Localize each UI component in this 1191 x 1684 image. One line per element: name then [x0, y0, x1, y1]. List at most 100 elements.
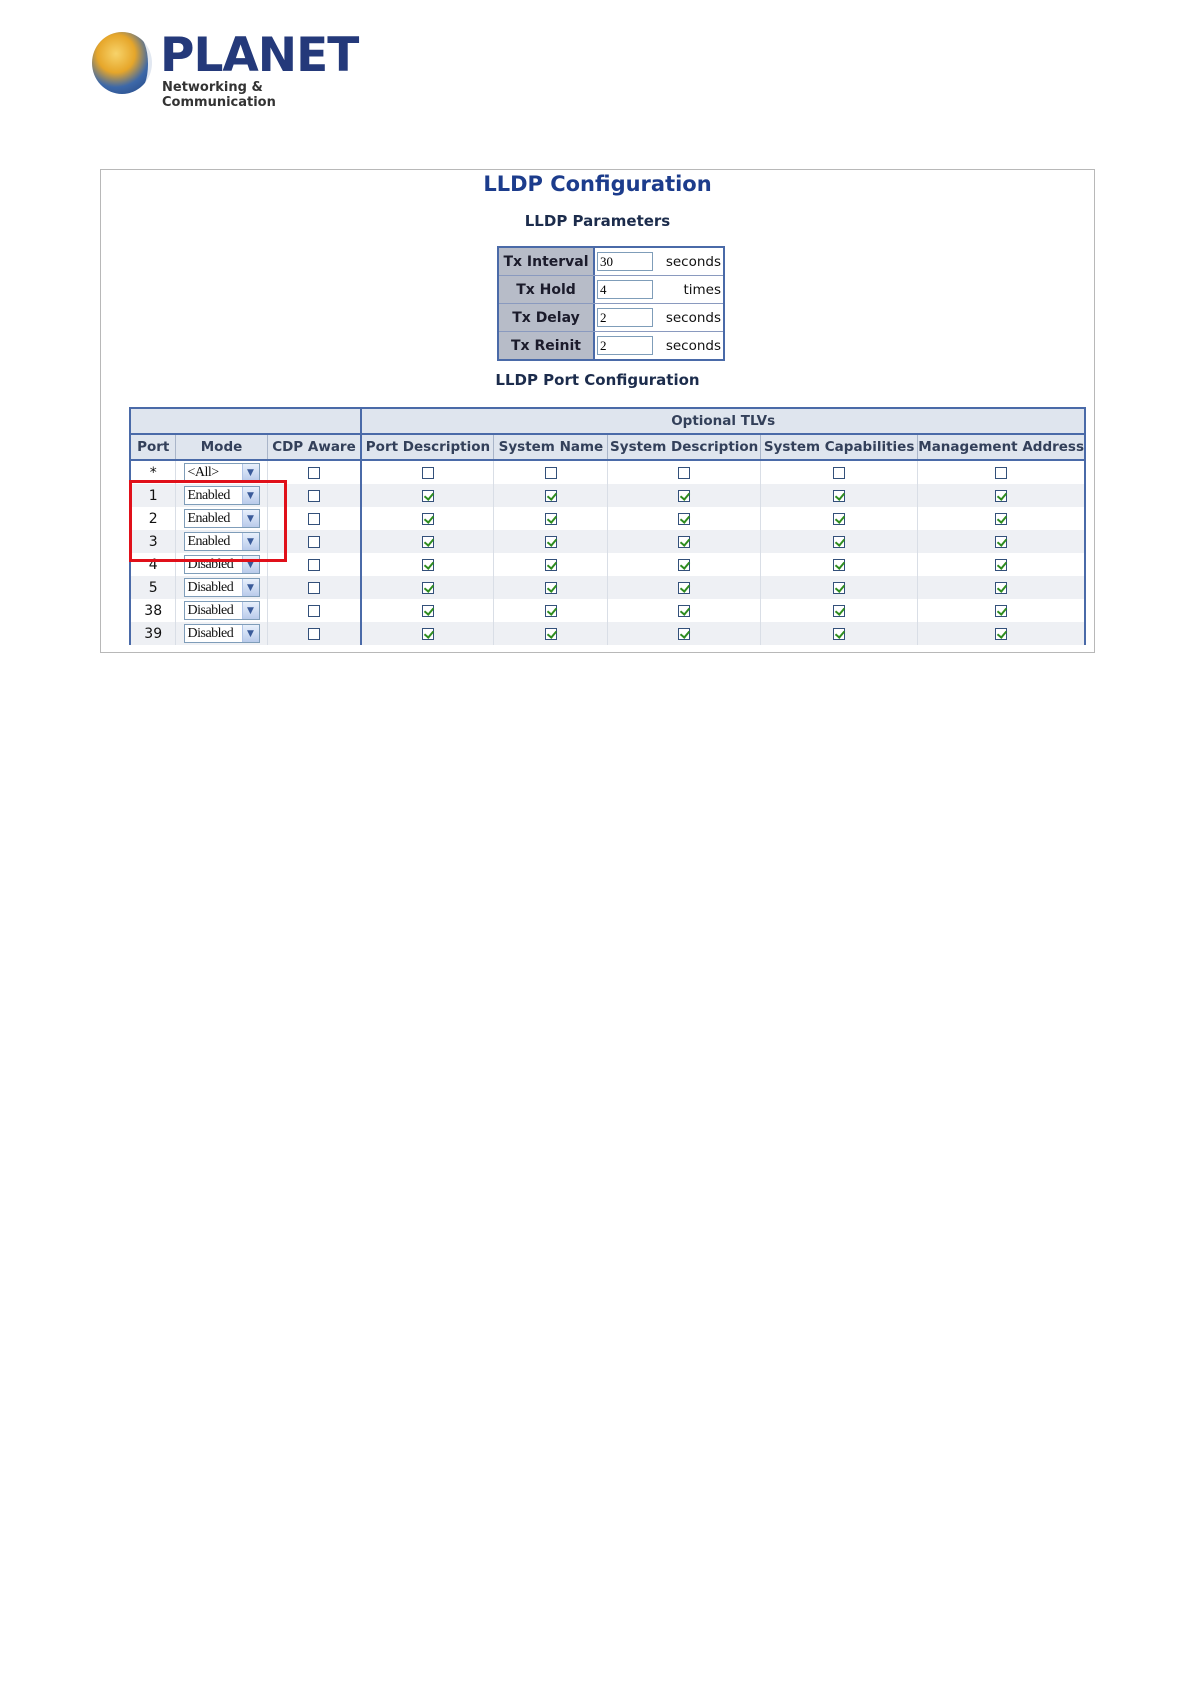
system-description-checkbox[interactable]	[678, 627, 691, 640]
management-address-checkbox[interactable]	[995, 558, 1008, 571]
management-address-checkbox[interactable]	[995, 604, 1008, 617]
header-spacer	[129, 407, 363, 435]
system-capabilities-checkbox[interactable]	[833, 489, 846, 502]
chevron-down-icon[interactable]: ▼	[241, 487, 259, 504]
system-capabilities-cell	[759, 484, 919, 507]
chevron-down-icon[interactable]: ▼	[241, 556, 259, 573]
cdp-aware-checkbox[interactable]	[307, 558, 320, 571]
cdp-aware-checkbox[interactable]	[307, 581, 320, 594]
port-number: 1	[129, 484, 177, 507]
system-capabilities-cell	[759, 507, 919, 530]
mode-select[interactable]: Disabled ▼	[183, 601, 260, 620]
tx-hold-input[interactable]	[597, 280, 653, 299]
mode-cell: Disabled ▼	[175, 622, 268, 645]
management-address-checkbox[interactable]	[995, 627, 1008, 640]
system-capabilities-checkbox[interactable]	[833, 466, 846, 479]
lldp-configuration-panel: LLDP Configuration LLDP Parameters Tx In…	[100, 169, 1095, 653]
mode-select[interactable]: Enabled ▼	[183, 532, 260, 551]
mode-cell: Enabled ▼	[175, 507, 268, 530]
system-name-cell	[493, 599, 609, 622]
system-description-checkbox[interactable]	[678, 466, 691, 479]
system-capabilities-cell	[759, 599, 919, 622]
system-name-cell	[493, 576, 609, 599]
cdp-aware-checkbox[interactable]	[307, 489, 320, 502]
system-name-cell	[493, 530, 609, 553]
mode-select[interactable]: Enabled ▼	[183, 486, 260, 505]
system-name-checkbox[interactable]	[544, 535, 557, 548]
system-description-checkbox[interactable]	[678, 535, 691, 548]
management-address-checkbox[interactable]	[995, 466, 1008, 479]
system-description-cell	[607, 460, 761, 484]
chevron-down-icon[interactable]: ▼	[241, 533, 259, 550]
params-heading: LLDP Parameters	[524, 212, 671, 230]
cdp-aware-cell	[266, 507, 363, 530]
port-description-checkbox[interactable]	[421, 489, 434, 502]
system-description-cell	[607, 530, 761, 553]
tx-reinit-input[interactable]	[597, 336, 653, 355]
management-address-cell	[917, 507, 1086, 530]
system-capabilities-checkbox[interactable]	[833, 535, 846, 548]
system-description-cell	[607, 599, 761, 622]
chevron-down-icon[interactable]: ▼	[241, 464, 259, 481]
system-name-checkbox[interactable]	[544, 558, 557, 571]
system-name-checkbox[interactable]	[544, 627, 557, 640]
tx-delay-input[interactable]	[597, 308, 653, 327]
system-capabilities-checkbox[interactable]	[833, 627, 846, 640]
mode-select[interactable]: Enabled ▼	[183, 509, 260, 528]
mode-select[interactable]: <All> ▼	[183, 463, 260, 482]
mode-select[interactable]: Disabled ▼	[183, 555, 260, 574]
port-description-cell	[360, 530, 495, 553]
system-name-checkbox[interactable]	[544, 604, 557, 617]
management-address-checkbox[interactable]	[995, 581, 1008, 594]
management-address-checkbox[interactable]	[995, 535, 1008, 548]
management-address-checkbox[interactable]	[995, 489, 1008, 502]
cdp-aware-cell	[266, 460, 363, 484]
system-capabilities-checkbox[interactable]	[833, 558, 846, 571]
system-capabilities-checkbox[interactable]	[833, 604, 846, 617]
system-name-checkbox[interactable]	[544, 466, 557, 479]
col-management-address: Management Address	[917, 433, 1086, 461]
system-name-checkbox[interactable]	[544, 581, 557, 594]
mode-select[interactable]: Disabled ▼	[183, 578, 260, 597]
system-description-checkbox[interactable]	[678, 489, 691, 502]
management-address-checkbox[interactable]	[995, 512, 1008, 525]
system-description-checkbox[interactable]	[678, 581, 691, 594]
system-capabilities-checkbox[interactable]	[833, 512, 846, 525]
system-name-checkbox[interactable]	[544, 489, 557, 502]
port-description-checkbox[interactable]	[421, 627, 434, 640]
param-unit: seconds	[665, 253, 721, 270]
cdp-aware-checkbox[interactable]	[307, 627, 320, 640]
system-name-checkbox[interactable]	[544, 512, 557, 525]
chevron-down-icon[interactable]: ▼	[241, 625, 259, 642]
cdp-aware-checkbox[interactable]	[307, 535, 320, 548]
system-description-checkbox[interactable]	[678, 512, 691, 525]
port-description-checkbox[interactable]	[421, 535, 434, 548]
system-description-checkbox[interactable]	[678, 558, 691, 571]
chevron-down-icon[interactable]: ▼	[241, 579, 259, 596]
chevron-down-icon[interactable]: ▼	[241, 602, 259, 619]
mode-value: <All>	[187, 464, 220, 480]
table-row: 2 Enabled ▼	[129, 507, 1086, 530]
port-description-checkbox[interactable]	[421, 512, 434, 525]
mode-select[interactable]: Disabled ▼	[183, 624, 260, 643]
cdp-aware-checkbox[interactable]	[307, 466, 320, 479]
port-description-checkbox[interactable]	[421, 558, 434, 571]
cdp-aware-checkbox[interactable]	[307, 512, 320, 525]
system-capabilities-checkbox[interactable]	[833, 581, 846, 594]
port-description-checkbox[interactable]	[421, 466, 434, 479]
chevron-down-icon[interactable]: ▼	[241, 510, 259, 527]
system-description-checkbox[interactable]	[678, 604, 691, 617]
port-config-table: Optional TLVs Port Mode CDP Aware Port D…	[129, 407, 1086, 645]
port-number: 3	[129, 530, 177, 553]
port-description-checkbox[interactable]	[421, 581, 434, 594]
management-address-cell	[917, 576, 1086, 599]
system-description-cell	[607, 576, 761, 599]
logo-brand: PLANET	[160, 28, 359, 83]
system-name-cell	[493, 553, 609, 576]
port-number: 38	[129, 599, 177, 622]
cdp-aware-checkbox[interactable]	[307, 604, 320, 617]
port-description-cell	[360, 553, 495, 576]
tx-interval-input[interactable]	[597, 252, 653, 271]
port-description-checkbox[interactable]	[421, 604, 434, 617]
management-address-cell	[917, 530, 1086, 553]
